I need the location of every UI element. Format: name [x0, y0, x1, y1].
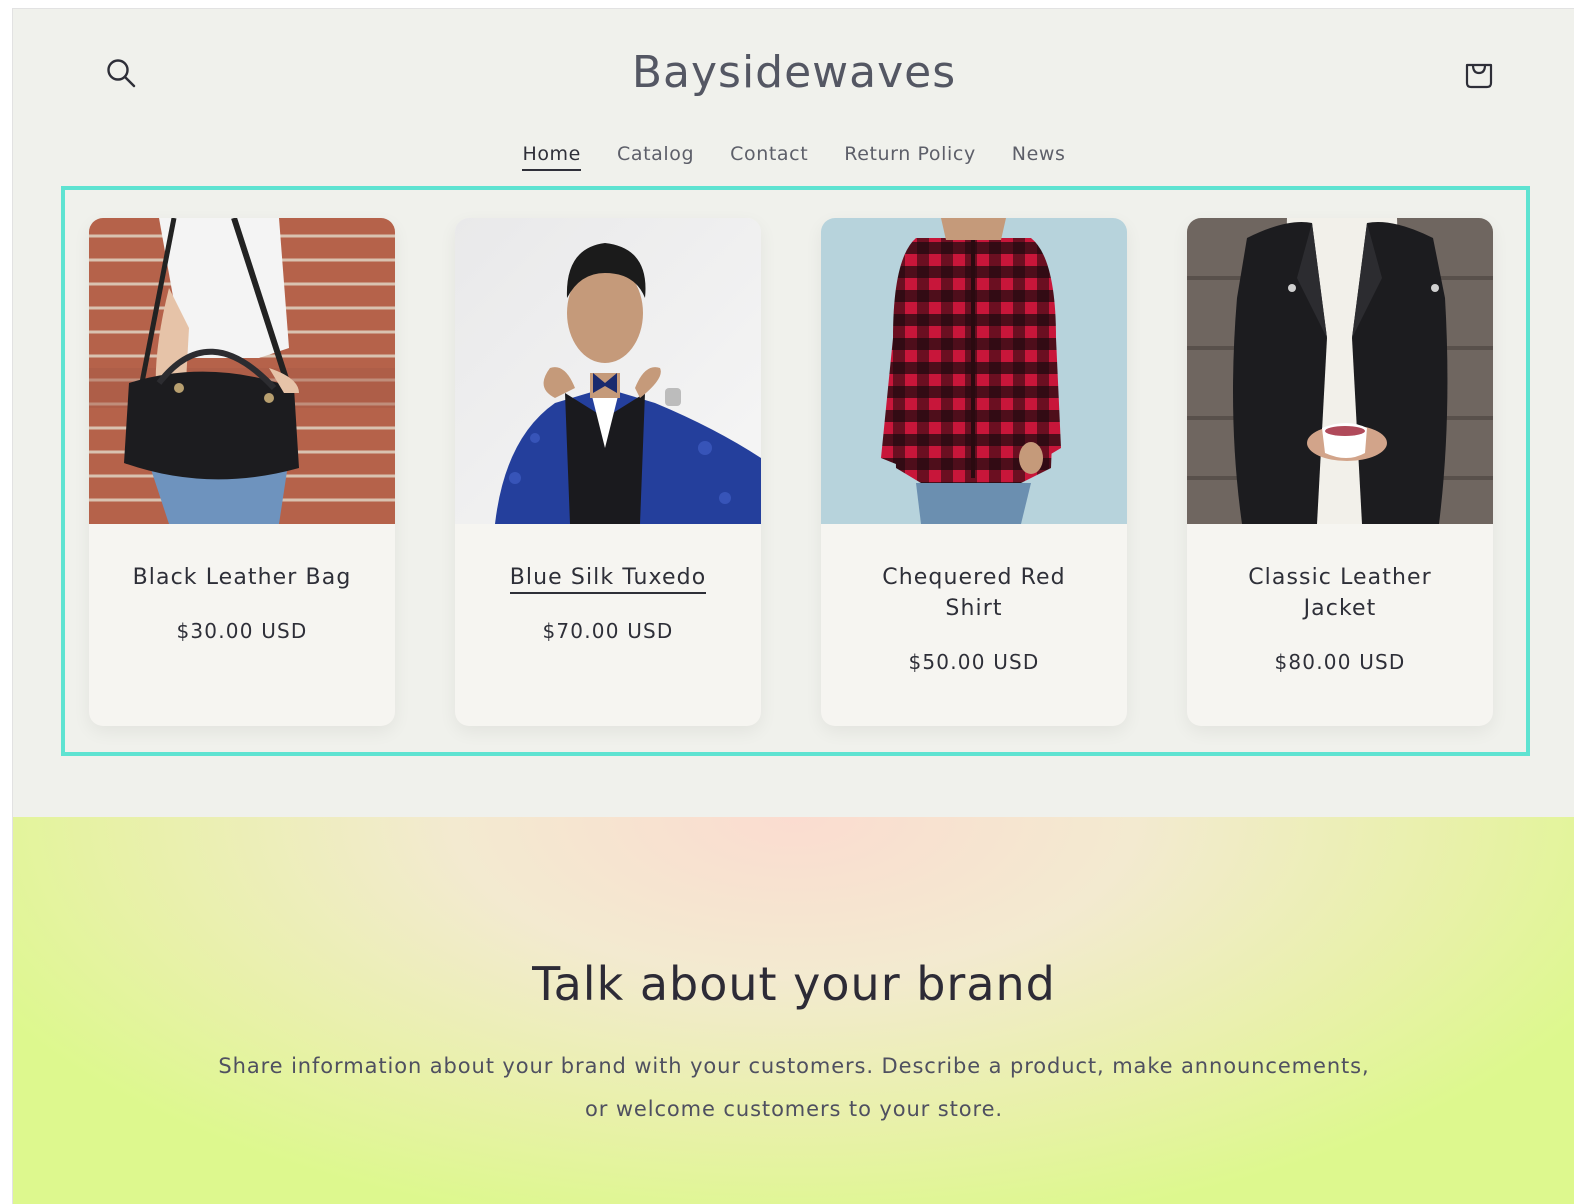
nav-return-policy[interactable]: Return Policy — [844, 143, 976, 171]
product-card-black-leather-bag[interactable]: Black Leather Bag $30.00 USD — [89, 218, 395, 726]
jacket-photo — [1187, 218, 1493, 524]
product-title[interactable]: Chequered Red Shirt — [821, 562, 1127, 624]
site-header: Baysidewaves Home Catalog Contact Return… — [13, 9, 1574, 189]
brand-description: Share information about your brand with … — [218, 1054, 1370, 1121]
product-image-jacket[interactable] — [1187, 218, 1493, 524]
product-price: $50.00 USD — [908, 650, 1040, 674]
nav-news[interactable]: News — [1012, 143, 1066, 171]
nav-home[interactable]: Home — [522, 143, 581, 171]
product-image-shirt[interactable] — [821, 218, 1127, 524]
product-title-text[interactable]: Blue Silk Tuxedo — [509, 565, 707, 594]
site-logo[interactable]: Baysidewaves — [13, 47, 1574, 98]
product-title[interactable]: Blue Silk Tuxedo — [455, 562, 761, 594]
cart-button[interactable] — [1459, 53, 1499, 93]
product-price: $80.00 USD — [1274, 650, 1406, 674]
product-price: $30.00 USD — [176, 619, 308, 643]
product-card-chequered-red-shirt[interactable]: Chequered Red Shirt $50.00 USD — [821, 218, 1127, 726]
product-price: $70.00 USD — [542, 619, 674, 643]
nav-contact[interactable]: Contact — [730, 143, 808, 171]
tuxedo-photo — [455, 218, 761, 524]
bag-photo — [89, 218, 395, 524]
brand-section: Talk about your brand Share information … — [13, 817, 1574, 1204]
shopping-bag-icon — [1465, 63, 1493, 89]
main-nav: Home Catalog Contact Return Policy News — [13, 143, 1574, 171]
featured-products-grid: Black Leather Bag $30.00 USD Blue Silk T… — [61, 186, 1530, 756]
product-title[interactable]: Black Leather Bag — [89, 562, 395, 593]
nav-catalog[interactable]: Catalog — [617, 143, 694, 171]
product-title[interactable]: Classic Leather Jacket — [1187, 562, 1493, 624]
product-image-tuxedo[interactable] — [455, 218, 761, 524]
shirt-photo — [821, 218, 1127, 524]
brand-heading: Talk about your brand — [532, 957, 1056, 1011]
product-image-bag[interactable] — [89, 218, 395, 524]
product-card-blue-silk-tuxedo[interactable]: Blue Silk Tuxedo $70.00 USD — [455, 218, 761, 726]
product-card-classic-leather-jacket[interactable]: Classic Leather Jacket $80.00 USD — [1187, 218, 1493, 726]
page-frame: Baysidewaves Home Catalog Contact Return… — [12, 8, 1574, 1204]
